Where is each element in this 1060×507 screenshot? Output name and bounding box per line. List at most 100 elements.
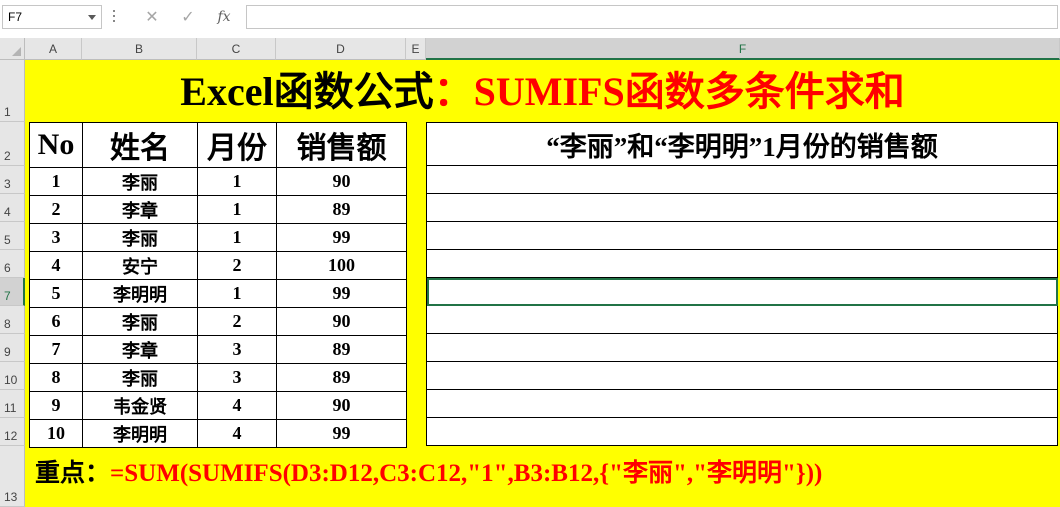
table-row: 2 李章 1 89: [29, 195, 407, 224]
result-header[interactable]: “李丽”和“李明明”1月份的销售额: [426, 122, 1058, 166]
cell-name[interactable]: 李丽: [82, 363, 198, 392]
cell-no[interactable]: 5: [29, 279, 83, 308]
cell-sales[interactable]: 99: [276, 223, 407, 252]
drag-handle-icon[interactable]: [113, 10, 116, 24]
name-box[interactable]: F7: [2, 5, 102, 29]
row-header-3[interactable]: 3: [0, 166, 25, 194]
cell-month[interactable]: 2: [197, 307, 277, 336]
note-label: 重点：: [35, 460, 111, 487]
row-header-10[interactable]: 10: [0, 362, 25, 390]
table-row: 5 李明明 1 99: [29, 279, 407, 308]
cell-month[interactable]: 4: [197, 391, 277, 420]
cell-sales[interactable]: 90: [276, 307, 407, 336]
chevron-down-icon[interactable]: [88, 15, 96, 20]
cell-no[interactable]: 8: [29, 363, 83, 392]
cell-sales[interactable]: 100: [276, 251, 407, 280]
cell-no[interactable]: 3: [29, 223, 83, 252]
cell-no[interactable]: 1: [29, 167, 83, 196]
result-cell[interactable]: [426, 249, 1058, 278]
cell-month[interactable]: 3: [197, 363, 277, 392]
name-box-value: F7: [8, 10, 23, 24]
cell-name[interactable]: 李丽: [82, 307, 198, 336]
cell-no[interactable]: 6: [29, 307, 83, 336]
enter-icon[interactable]: ✓: [173, 4, 203, 30]
column-header-e[interactable]: E: [406, 38, 426, 60]
cell-month[interactable]: 1: [197, 167, 277, 196]
select-all-button[interactable]: [0, 38, 25, 60]
header-sales[interactable]: 销售额: [276, 122, 407, 168]
note-formula: =SUM(SUMIFS(D3:D12,C3:C12,"1",B3:B12,{"李…: [110, 460, 823, 487]
row-header-12[interactable]: 12: [0, 418, 25, 446]
row-header-8[interactable]: 8: [0, 306, 25, 334]
formula-input[interactable]: [246, 5, 1058, 29]
cell-name[interactable]: 安宁: [82, 251, 198, 280]
column-header-f[interactable]: F: [426, 38, 1060, 60]
table-row: 6 李丽 2 90: [29, 307, 407, 336]
select-all-icon: [12, 47, 21, 56]
cell-no[interactable]: 9: [29, 391, 83, 420]
table-row: 8 李丽 3 89: [29, 363, 407, 392]
row-header-5[interactable]: 5: [0, 222, 25, 250]
row-header-7[interactable]: 7: [0, 278, 25, 306]
result-cell[interactable]: [426, 389, 1058, 418]
row-header-11[interactable]: 11: [0, 390, 25, 418]
sales-table: No 姓名 月份 销售额 1 李丽 1 90 2 李章 1 89 3 李丽 1 99 4 安宁 2 10…: [29, 122, 407, 448]
cell-sales[interactable]: 89: [276, 195, 407, 224]
cell-month[interactable]: 2: [197, 251, 277, 280]
table-row: 7 李章 3 89: [29, 335, 407, 364]
table-row: 1 李丽 1 90: [29, 167, 407, 196]
row-header-9[interactable]: 9: [0, 334, 25, 362]
result-cell-selected[interactable]: [426, 277, 1058, 306]
column-header-d[interactable]: D: [276, 38, 406, 60]
row-header-1[interactable]: 1: [0, 60, 25, 122]
cell-month[interactable]: 3: [197, 335, 277, 364]
cell-name[interactable]: 韦金贤: [82, 391, 198, 420]
result-cell[interactable]: [426, 417, 1058, 446]
cell-no[interactable]: 10: [29, 419, 83, 448]
result-cell[interactable]: [426, 165, 1058, 194]
column-header-c[interactable]: C: [197, 38, 276, 60]
header-month[interactable]: 月份: [197, 122, 277, 168]
cell-month[interactable]: 1: [197, 223, 277, 252]
cell-name[interactable]: 李丽: [82, 167, 198, 196]
column-header-a[interactable]: A: [25, 38, 82, 60]
header-no[interactable]: No: [29, 122, 83, 168]
row-header-2[interactable]: 2: [0, 122, 25, 166]
cell-name[interactable]: 李章: [82, 335, 198, 364]
header-name[interactable]: 姓名: [82, 122, 198, 168]
cell-sales[interactable]: 89: [276, 363, 407, 392]
cell-name[interactable]: 李章: [82, 195, 198, 224]
result-cell[interactable]: [426, 193, 1058, 222]
formula-bar: F7 ✕ ✓ fx: [0, 0, 1060, 38]
result-cell[interactable]: [426, 305, 1058, 334]
cell-no[interactable]: 2: [29, 195, 83, 224]
row-header-4[interactable]: 4: [0, 194, 25, 222]
sheet-area[interactable]: Excel函数公式：SUMIFS函数多条件求和 No 姓名 月份 销售额 1 李丽…: [25, 60, 1060, 507]
cell-sales[interactable]: 89: [276, 335, 407, 364]
table-row: 3 李丽 1 99: [29, 223, 407, 252]
cell-sales[interactable]: 90: [276, 167, 407, 196]
column-header-b[interactable]: B: [82, 38, 197, 60]
cell-month[interactable]: 1: [197, 195, 277, 224]
table-row: 4 安宁 2 100: [29, 251, 407, 280]
result-cell[interactable]: [426, 361, 1058, 390]
cell-name[interactable]: 李明明: [82, 279, 198, 308]
cancel-icon[interactable]: ✕: [137, 4, 167, 30]
cell-sales[interactable]: 99: [276, 279, 407, 308]
result-cell[interactable]: [426, 333, 1058, 362]
cell-no[interactable]: 4: [29, 251, 83, 280]
cell-name[interactable]: 李丽: [82, 223, 198, 252]
title-prefix: Excel函数公式: [180, 69, 434, 114]
insert-function-icon[interactable]: fx: [209, 4, 239, 30]
cell-month[interactable]: 4: [197, 419, 277, 448]
cell-sales[interactable]: 90: [276, 391, 407, 420]
cell-sales[interactable]: 99: [276, 419, 407, 448]
key-note[interactable]: 重点：=SUM(SUMIFS(D3:D12,C3:C12,"1",B3:B12,…: [35, 453, 822, 495]
cell-month[interactable]: 1: [197, 279, 277, 308]
table-row: 10 李明明 4 99: [29, 419, 407, 448]
cell-name[interactable]: 李明明: [82, 419, 198, 448]
result-cell[interactable]: [426, 221, 1058, 250]
row-header-13[interactable]: 13: [0, 446, 25, 507]
row-header-6[interactable]: 6: [0, 250, 25, 278]
cell-no[interactable]: 7: [29, 335, 83, 364]
